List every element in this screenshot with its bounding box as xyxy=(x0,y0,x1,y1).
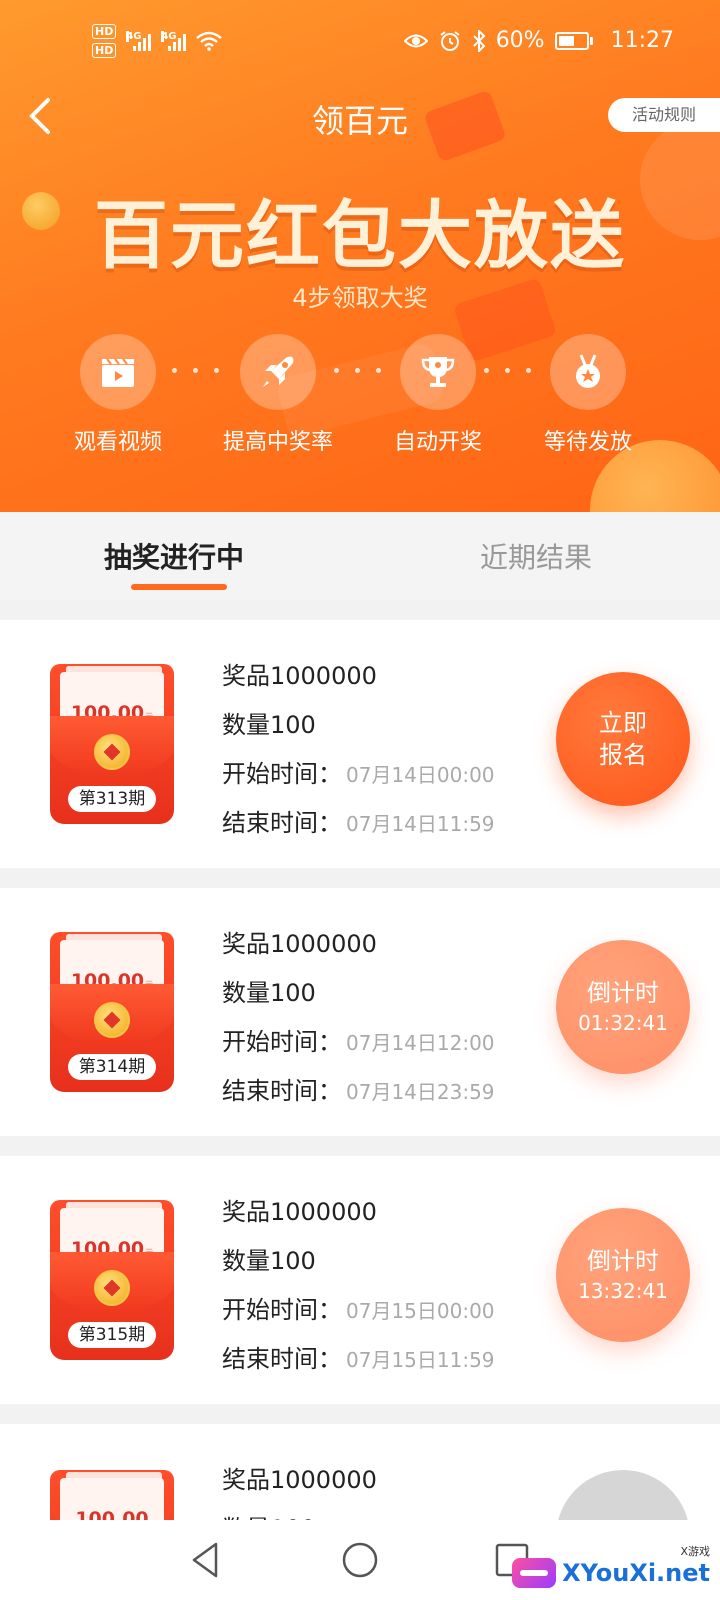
lottery-info: 奖品1000000 数量100 开始时间： 07月14日00:00 结束时间： 07… xyxy=(222,652,495,848)
eye-icon xyxy=(403,34,428,47)
gamepad-logo-icon xyxy=(512,1558,557,1588)
sim2-hd-badge: HD xyxy=(92,43,117,58)
lottery-card: 100.00 奖品1000000 数量100 xyxy=(0,1424,720,1520)
clock: 11:27 xyxy=(610,28,674,53)
home-nav-icon[interactable] xyxy=(340,1540,380,1580)
wifi-icon xyxy=(196,31,223,51)
end-time-label: 结束时间： xyxy=(222,1345,342,1373)
trophy-icon xyxy=(421,357,455,387)
step-await-payout: 等待发放 xyxy=(508,334,668,456)
step-label: 自动开奖 xyxy=(393,430,482,455)
quantity-text: 数量100 xyxy=(222,979,316,1007)
watermark: XYouXi.net X游戏 xyxy=(512,1545,710,1588)
back-nav-icon[interactable] xyxy=(186,1540,226,1580)
end-time-row: 结束时间： 07月14日11:59 xyxy=(222,799,495,848)
lottery-info: 奖品1000000 数量100 开始时间： 07月14日12:00 结束时间： 07… xyxy=(222,920,495,1116)
prize-text: 奖品1000000 xyxy=(222,930,377,958)
signal-2-icon: 4G xyxy=(161,31,187,51)
red-envelope-image: 100.00元 第314期 xyxy=(50,932,174,1092)
countdown-badge: 倒计时 01:32:41 xyxy=(556,940,690,1074)
hero-headline: 百元红包大放送 xyxy=(94,193,626,279)
medal-icon xyxy=(576,354,600,388)
step-label: 观看视频 xyxy=(73,430,162,455)
coin-icon xyxy=(94,1002,130,1038)
sim1-hd-badge: HD xyxy=(92,24,117,39)
red-envelope-image: 100.00元 第315期 xyxy=(50,1200,174,1360)
end-time-value: 07月14日23:59 xyxy=(346,1080,495,1104)
watermark-text: XYouXi.net X游戏 xyxy=(562,1545,710,1587)
lottery-info: 奖品1000000 数量100 开始时间： 07月15日00:00 结束时间： 07… xyxy=(222,1188,495,1384)
lottery-card: 100.00元 第314期 奖品1000000 数量100 开始时间：07月14… xyxy=(0,888,720,1136)
envelope-amount: 100.00 xyxy=(75,1508,149,1520)
action-button[interactable] xyxy=(556,1470,690,1520)
hero-banner: HD HD 4G 4G 60% 11:27 领百元 活动规则 百元红包大放送 4… xyxy=(0,0,720,512)
tab-active-indicator xyxy=(131,584,227,590)
coin-icon xyxy=(94,734,130,770)
lottery-card: 100.00元 第313期 奖品1000000 数量100 开始时间：07月14… xyxy=(0,620,720,868)
period-badge: 第314期 xyxy=(68,1054,156,1080)
end-time-label: 结束时间： xyxy=(222,809,342,837)
period-badge: 第313期 xyxy=(68,786,156,812)
step-auto-draw: 自动开奖 xyxy=(358,334,518,456)
quantity-text: 数量100 xyxy=(222,1247,316,1275)
start-time-label: 开始时间： xyxy=(222,760,342,788)
quantity-text: 数量100 xyxy=(222,711,316,739)
start-time-value: 07月14日12:00 xyxy=(346,1031,495,1055)
red-envelope-image: 100.00元 第313期 xyxy=(50,664,174,824)
status-bar: HD HD 4G 4G 60% 11:27 xyxy=(0,20,720,66)
bluetooth-icon xyxy=(472,29,486,52)
end-time-row: 结束时间： 07月14日23:59 xyxy=(222,1067,495,1116)
start-time-value: 07月14日00:00 xyxy=(346,763,495,787)
end-time-value: 07月15日11:59 xyxy=(346,1348,495,1372)
battery-icon xyxy=(554,31,593,50)
step-label: 提高中奖率 xyxy=(222,430,333,455)
step-label: 等待发放 xyxy=(543,430,632,455)
activity-rules-button[interactable]: 活动规则 xyxy=(608,98,720,132)
video-clapper-icon xyxy=(102,358,134,387)
start-time-row: 开始时间： 07月14日12:00 xyxy=(222,1018,495,1067)
coin-icon xyxy=(94,1270,130,1306)
lottery-card: 100.00元 第315期 奖品1000000 数量100 开始时间：07月15… xyxy=(0,1156,720,1404)
start-time-label: 开始时间： xyxy=(222,1296,342,1324)
signal-1-icon: 4G xyxy=(126,31,152,51)
prize-text: 奖品1000000 xyxy=(222,1466,377,1494)
tab-bar: 抽奖进行中 近期结果 xyxy=(0,512,720,600)
start-time-value: 07月15日00:00 xyxy=(346,1299,495,1323)
hero-subline: 4步领取大奖 xyxy=(292,284,428,312)
alarm-icon xyxy=(440,30,460,51)
lottery-info: 奖品1000000 数量100 xyxy=(222,1456,377,1520)
step-watch-video: 观看视频 xyxy=(38,334,198,456)
end-time-label: 结束时间： xyxy=(222,1077,342,1105)
start-time-label: 开始时间： xyxy=(222,1028,342,1056)
quantity-text: 数量100 xyxy=(222,1505,377,1520)
red-envelope-image: 100.00 xyxy=(50,1470,174,1520)
prize-text: 奖品1000000 xyxy=(222,1198,377,1226)
system-navigation-bar: XYouXi.net X游戏 xyxy=(0,1520,720,1600)
countdown-badge: 倒计时 13:32:41 xyxy=(556,1208,690,1342)
prize-text: 奖品1000000 xyxy=(222,662,377,690)
step-raise-odds: 提高中奖率 xyxy=(198,334,358,456)
period-badge: 第315期 xyxy=(68,1322,156,1348)
tab-ongoing[interactable]: 抽奖进行中 xyxy=(104,536,244,576)
tab-recent-results[interactable]: 近期结果 xyxy=(480,536,592,576)
battery-percent: 60% xyxy=(495,28,545,53)
start-time-row: 开始时间： 07月14日00:00 xyxy=(222,750,495,799)
steps-row: 观看视频 提高中奖率 自动开奖 等待发放 xyxy=(0,334,720,464)
signup-button[interactable]: 立即 报名 xyxy=(556,672,690,806)
end-time-value: 07月14日11:59 xyxy=(346,812,495,836)
rocket-icon xyxy=(263,356,294,387)
start-time-row: 开始时间： 07月15日00:00 xyxy=(222,1286,495,1335)
end-time-row: 结束时间： 07月15日11:59 xyxy=(222,1335,495,1384)
